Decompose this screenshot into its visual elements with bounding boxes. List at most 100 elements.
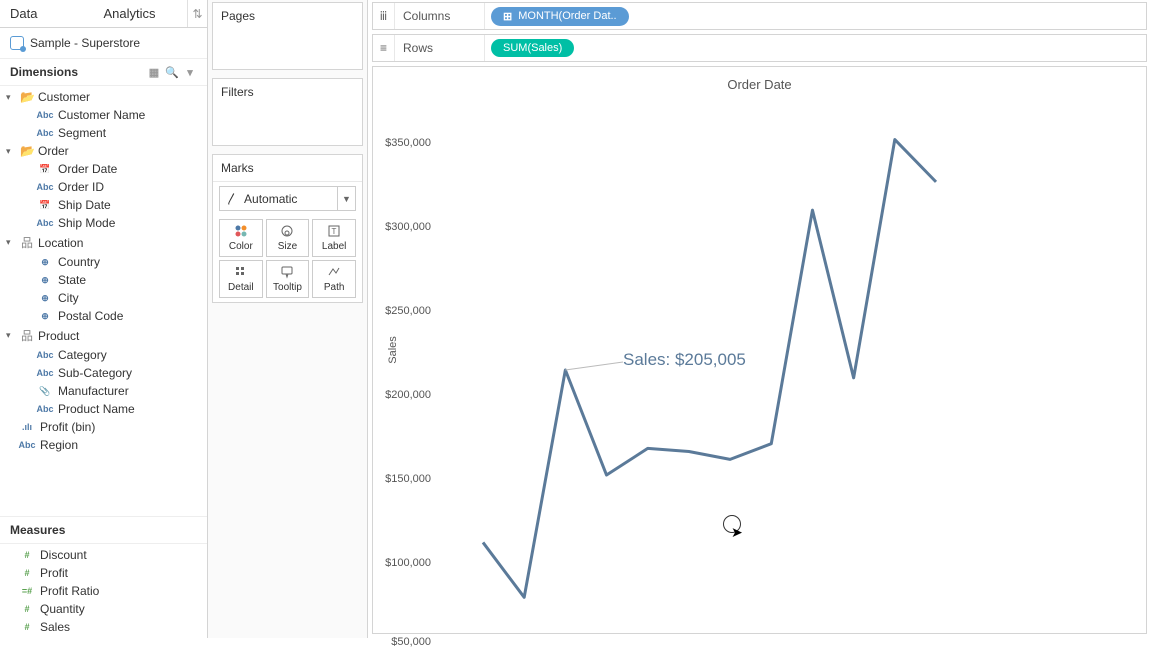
globe-icon: ⊕ bbox=[36, 275, 54, 286]
field-label: Sub-Category bbox=[58, 366, 132, 380]
folder-product[interactable]: ▾品Product bbox=[0, 325, 207, 346]
field-manufacturer[interactable]: 📎Manufacturer bbox=[0, 382, 207, 400]
number-icon: # bbox=[18, 550, 36, 560]
filters-label: Filters bbox=[213, 79, 362, 105]
field-city[interactable]: ⊕City bbox=[0, 289, 207, 307]
pane-tabs: Data Analytics ⇅ bbox=[0, 0, 207, 28]
field-label: Manufacturer bbox=[58, 384, 129, 398]
cards-pane: Pages Filters Marks 〳 Automatic ▼ Color … bbox=[208, 0, 368, 638]
tab-analytics[interactable]: Analytics bbox=[94, 0, 188, 27]
dimensions-label: Dimensions bbox=[10, 65, 78, 79]
abc-icon: Abc bbox=[36, 368, 54, 378]
abc-icon: Abc bbox=[36, 128, 54, 138]
number-icon: # bbox=[18, 604, 36, 614]
field-label: Order ID bbox=[58, 180, 104, 194]
mark-type-dropdown[interactable]: 〳 Automatic ▼ bbox=[219, 186, 356, 211]
field-order-date[interactable]: 📅 Order Date bbox=[0, 160, 207, 178]
mark-type-label: Automatic bbox=[244, 192, 297, 206]
filters-shelf[interactable]: Filters bbox=[212, 78, 363, 146]
tab-data[interactable]: Data bbox=[0, 0, 94, 27]
globe-icon: ⊕ bbox=[36, 257, 54, 268]
field-sub-category[interactable]: Abc Sub-Category bbox=[0, 364, 207, 382]
pill-sum-sales[interactable]: SUM(Sales) bbox=[491, 39, 574, 57]
measures-tree: #Discount #Profit =#Profit Ratio #Quanti… bbox=[0, 544, 207, 638]
field-profit-bin[interactable]: .ılıProfit (bin) bbox=[0, 418, 207, 436]
field-label: Customer Name bbox=[58, 108, 145, 122]
marks-detail[interactable]: Detail bbox=[219, 260, 263, 298]
field-country[interactable]: ⊕Country bbox=[0, 253, 207, 271]
field-label: State bbox=[58, 273, 86, 287]
field-label: Ship Mode bbox=[58, 216, 115, 230]
marks-card: Marks 〳 Automatic ▼ Color Size T Label De… bbox=[212, 154, 363, 303]
field-label: Category bbox=[58, 348, 107, 362]
dimensions-header: Dimensions ▦ 🔍 ▾ bbox=[0, 59, 207, 86]
field-label: Profit (bin) bbox=[40, 420, 95, 434]
search-icon[interactable]: 🔍 bbox=[165, 65, 179, 79]
field-ship-mode[interactable]: Abc Ship Mode bbox=[0, 214, 207, 232]
folder-label: Product bbox=[38, 329, 79, 343]
view-grid-icon[interactable]: ▦ bbox=[147, 65, 161, 79]
menu-icon[interactable]: ▾ bbox=[183, 65, 197, 79]
field-discount[interactable]: #Discount bbox=[0, 546, 207, 564]
chart-area[interactable]: Order Date Sales $350,000 $300,000 $250,… bbox=[372, 66, 1147, 634]
field-product-name[interactable]: Abc Product Name bbox=[0, 400, 207, 418]
abc-icon: Abc bbox=[36, 218, 54, 228]
datasource-icon bbox=[10, 36, 24, 50]
cell-label: Color bbox=[229, 241, 253, 252]
cell-label: Path bbox=[324, 282, 345, 293]
pill-month-order-date[interactable]: ⊞ MONTH(Order Dat.. bbox=[491, 7, 629, 26]
globe-icon: ⊕ bbox=[36, 293, 54, 304]
field-label: Order Date bbox=[58, 162, 117, 176]
marks-path[interactable]: Path bbox=[312, 260, 356, 298]
label-icon: T bbox=[327, 224, 341, 238]
field-profit-ratio[interactable]: =#Profit Ratio bbox=[0, 582, 207, 600]
folder-customer[interactable]: ▾📂Customer bbox=[0, 88, 207, 106]
field-ship-date[interactable]: 📅Ship Date bbox=[0, 196, 207, 214]
field-label: Postal Code bbox=[58, 309, 123, 323]
tab-arrows-icon[interactable]: ⇅ bbox=[187, 0, 207, 27]
datasource-name: Sample - Superstore bbox=[30, 36, 140, 50]
field-category[interactable]: Abc Category bbox=[0, 346, 207, 364]
hierarchy-icon: 品 bbox=[20, 234, 34, 251]
folder-location[interactable]: ▾品Location bbox=[0, 232, 207, 253]
field-customer-name[interactable]: AbcCustomer Name bbox=[0, 106, 207, 124]
abc-icon: Abc bbox=[36, 350, 54, 360]
number-icon: # bbox=[18, 568, 36, 578]
cell-label: Label bbox=[322, 241, 346, 252]
rows-label: Rows bbox=[395, 35, 485, 61]
marks-label[interactable]: T Label bbox=[312, 219, 356, 257]
pages-shelf[interactable]: Pages bbox=[212, 2, 363, 70]
field-state[interactable]: ⊕ State bbox=[0, 271, 207, 289]
marks-tooltip[interactable]: Tooltip bbox=[266, 260, 310, 298]
field-quantity[interactable]: #Quantity bbox=[0, 600, 207, 618]
rows-shelf[interactable]: ≡ Rows SUM(Sales) bbox=[372, 34, 1147, 62]
marks-color[interactable]: Color bbox=[219, 219, 263, 257]
date-icon: 📅 bbox=[36, 164, 54, 175]
columns-icon: ⅲ bbox=[373, 3, 395, 29]
columns-shelf[interactable]: ⅲ Columns ⊞ MONTH(Order Dat.. bbox=[372, 2, 1147, 30]
pill-label: MONTH(Order Dat.. bbox=[518, 10, 616, 22]
field-postal-code[interactable]: ⊕Postal Code bbox=[0, 307, 207, 325]
chart-annotation: Sales: $205,005 bbox=[623, 350, 746, 370]
abc-icon: Abc bbox=[36, 182, 54, 192]
pill-label: SUM(Sales) bbox=[503, 42, 562, 54]
field-label: Product Name bbox=[58, 402, 135, 416]
field-label: Region bbox=[40, 438, 78, 452]
abc-icon: Abc bbox=[36, 404, 54, 414]
field-segment[interactable]: Abc Segment bbox=[0, 124, 207, 142]
cell-label: Size bbox=[278, 241, 297, 252]
plus-icon: ⊞ bbox=[503, 10, 512, 23]
field-profit[interactable]: #Profit bbox=[0, 564, 207, 582]
field-label: Segment bbox=[58, 126, 106, 140]
field-sales[interactable]: #Sales bbox=[0, 618, 207, 636]
number-icon: # bbox=[18, 622, 36, 632]
folder-order[interactable]: ▾📂Order bbox=[0, 142, 207, 160]
datasource-row[interactable]: Sample - Superstore bbox=[0, 28, 207, 59]
marks-label: Marks bbox=[213, 155, 362, 182]
field-order-id[interactable]: Abc Order ID bbox=[0, 178, 207, 196]
color-icon bbox=[234, 224, 248, 238]
tooltip-icon bbox=[280, 265, 294, 279]
field-region[interactable]: AbcRegion bbox=[0, 436, 207, 454]
columns-label: Columns bbox=[395, 3, 485, 29]
marks-size[interactable]: Size bbox=[266, 219, 310, 257]
